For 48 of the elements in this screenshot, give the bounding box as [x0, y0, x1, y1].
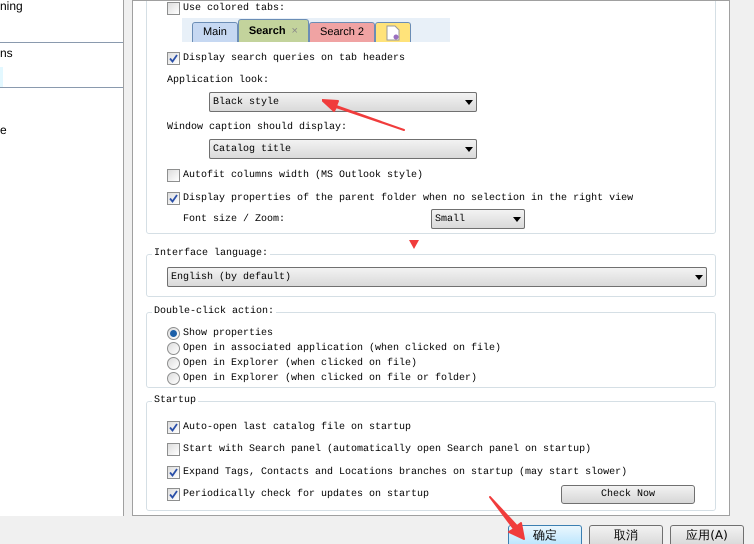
annotation-marker-icon — [409, 240, 419, 249]
checkbox[interactable] — [167, 2, 180, 14]
check-now-button[interactable]: Check Now — [561, 485, 695, 504]
dialog-button[interactable]: 取消 — [589, 525, 663, 544]
radio-button[interactable] — [167, 342, 180, 355]
checkbox-label: Start with Search panel (automatically open Search panel on startup) — [183, 442, 592, 458]
dropdown-caret-icon — [465, 100, 473, 104]
dropdown-caret-icon — [695, 274, 703, 280]
checkbox-label: Use colored tabs: — [183, 2, 286, 16]
field-label: Font size / Zoom: — [183, 212, 286, 226]
preview-tab[interactable] — [375, 22, 412, 42]
sidebar-item[interactable]: ning — [0, 0, 123, 16]
radio-button[interactable] — [167, 327, 180, 340]
dropdown-field[interactable]: Small — [431, 209, 525, 229]
dropdown-field[interactable]: Black style — [209, 92, 477, 112]
checkbox[interactable] — [167, 52, 180, 64]
radio-label: Open in associated application (when clicked on file) — [183, 342, 502, 356]
field-label: Application look: — [167, 74, 270, 88]
checkbox[interactable] — [167, 168, 180, 182]
checkbox[interactable] — [167, 443, 180, 456]
dropdown-caret-icon — [465, 146, 473, 152]
preview-tab[interactable]: Main — [192, 22, 238, 42]
checkbox[interactable] — [167, 420, 180, 434]
sidebar-item[interactable]: ns — [0, 43, 123, 63]
radio-label: Open in Explorer (when clicked on file or folder) — [183, 372, 478, 386]
radio-button[interactable] — [167, 372, 180, 385]
checkbox[interactable] — [167, 488, 180, 502]
checkbox-label: Display search queries on tab headers — [183, 52, 406, 66]
dropdown-field[interactable]: English (by default) — [167, 267, 707, 287]
radio-label: Open in Explorer (when clicked on file) — [183, 356, 418, 371]
checkbox-label: Autofit columns width (MS Outlook style) — [183, 168, 424, 182]
checkbox[interactable] — [167, 192, 180, 204]
radio-button[interactable] — [167, 357, 180, 370]
sidebar-item[interactable]: e — [0, 120, 123, 140]
radio-label: Show properties — [183, 326, 274, 341]
document-icon — [386, 24, 400, 40]
dialog-button[interactable]: 应用(A) — [670, 525, 744, 544]
dropdown-field[interactable]: Catalog title — [209, 139, 477, 159]
preview-tab[interactable]: Search × — [238, 19, 309, 42]
dropdown-caret-icon — [513, 216, 521, 222]
checkbox-label: Auto-open last catalog file on startup — [183, 420, 412, 435]
checkbox[interactable] — [167, 466, 180, 479]
preview-tab[interactable]: Search 2 — [308, 22, 376, 42]
checkbox-label: Expand Tags, Contacts and Locations branches on startup (may start slower) — [183, 466, 628, 480]
checkbox-label: Periodically check for updates on startup — [183, 488, 430, 502]
annotation-arrow-icon — [488, 495, 526, 541]
checkbox-label: Display properties of the parent folder when no selection in the right view — [183, 192, 634, 206]
field-label: Window caption should display: — [167, 120, 348, 135]
